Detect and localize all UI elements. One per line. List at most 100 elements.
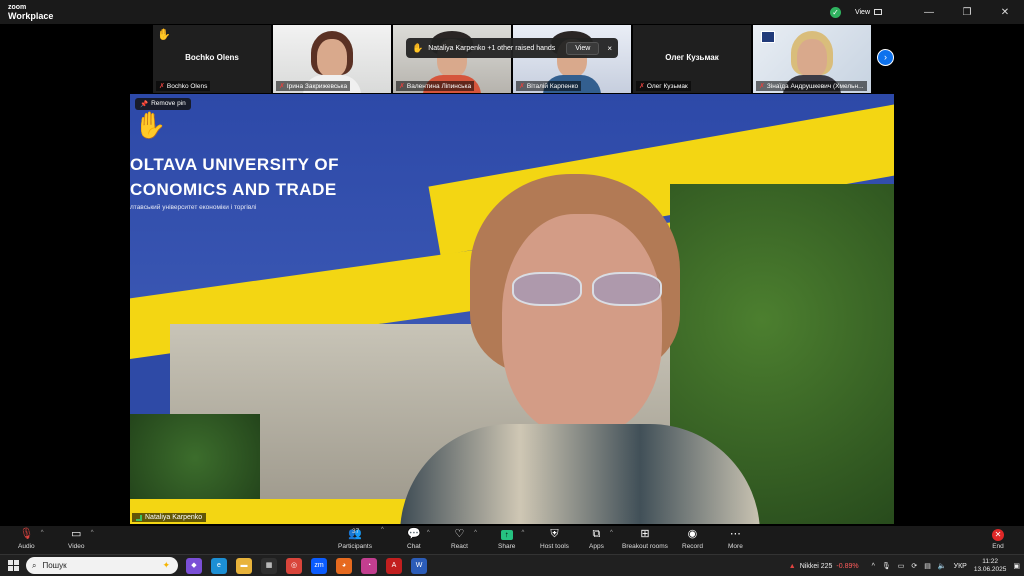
video-button[interactable]: ▭ Video ^ (68, 528, 94, 550)
tile-label: ✗ Зінаїда Андрушкевич (Хмельн... (756, 81, 867, 91)
university-title: OLTAVA UNIVERSITY OF CONOMICS AND TRADE (130, 152, 339, 202)
chat-label: Chat (407, 543, 421, 550)
participant-tile[interactable]: Олег Кузьмак ✗ Олег Кузьмак (633, 25, 751, 93)
university-title-line1: OLTAVA UNIVERSITY OF (130, 155, 339, 174)
apps-button[interactable]: ⧉ Apps ^ (589, 528, 613, 550)
breakout-rooms-label: Breakout rooms (622, 543, 668, 550)
record-button[interactable]: ◉ Record (682, 528, 703, 550)
chat-button[interactable]: 💬 Chat ^ (407, 528, 430, 550)
chevron-up-icon[interactable]: ^ (872, 563, 875, 570)
chevron-up-icon[interactable]: ^ (610, 530, 613, 536)
muted-mic-icon: ✗ (759, 83, 765, 90)
start-button-icon[interactable] (8, 560, 19, 571)
record-label: Record (682, 543, 703, 550)
grid-icon: ⊞ (640, 528, 650, 540)
store-app-icon[interactable]: ▦ (261, 558, 277, 574)
grid-icon (874, 9, 882, 15)
minimize-button[interactable]: — (910, 7, 948, 18)
zoom-app-icon[interactable]: zm (311, 558, 327, 574)
maximize-button[interactable]: ❐ (948, 7, 986, 18)
raised-hands-view-button[interactable]: View (566, 41, 600, 55)
microphone-icon[interactable]: 🎙 (882, 562, 891, 570)
volume-icon[interactable]: 🔈 (938, 562, 947, 570)
clock[interactable]: 11:22 13.06.2025 (974, 558, 1007, 574)
start-icon-part (14, 566, 19, 571)
video-label: Video (68, 543, 85, 550)
language-indicator[interactable]: УКР (954, 563, 967, 570)
clock-date: 13.06.2025 (973, 566, 1007, 573)
participants-label: Participants (338, 543, 372, 550)
stock-chart-icon: ▲ (788, 562, 796, 570)
react-button[interactable]: ♡ React ^ (451, 528, 477, 550)
windows-taskbar: ⌕ Пошук ✦ ◆ e ▬ ▦ ◎ zm ◕ ◔ A W ▲ Nikkei … (0, 554, 1024, 576)
participant-tile[interactable]: ✗ Ірина Закрижевська (273, 25, 391, 93)
close-icon[interactable]: × (607, 44, 612, 53)
muted-mic-icon: ✗ (519, 83, 525, 90)
apps-icon: ⧉ (592, 528, 601, 540)
acrobat-app-icon[interactable]: A (386, 558, 402, 574)
participants-button[interactable]: 👥 37 Participants (338, 528, 372, 550)
tile-name: Зінаїда Андрушкевич (Хмельн... (766, 82, 864, 90)
participant-tile[interactable]: ✋ Bochko Olens ✗ Bochko Olens (153, 25, 271, 93)
end-meeting-button[interactable]: ✕ End (992, 528, 1004, 550)
stock-name: Nikkei 225 (799, 562, 833, 570)
participant-tile[interactable]: ✗ Зінаїда Андрушкевич (Хмельн... (753, 25, 871, 93)
speaker-video (502, 214, 662, 434)
chevron-up-icon[interactable]: ^ (91, 530, 94, 536)
notifications-icon[interactable]: ▣ (1013, 562, 1020, 570)
view-button[interactable]: View (855, 9, 882, 16)
chevron-up-icon[interactable]: ^ (381, 526, 384, 533)
firefox-app-icon[interactable]: ◕ (336, 558, 352, 574)
close-window-button[interactable]: ✕ (986, 7, 1024, 18)
participant-tile[interactable]: ✗ Валентина Ліпинська (393, 25, 511, 93)
viber-app-icon[interactable]: ◔ (361, 558, 377, 574)
participant-filmstrip: ✋ Bochko Olens ✗ Bochko Olens ✗ Ірина Закр… (153, 25, 871, 93)
camera-icon: ▭ (71, 528, 82, 540)
chevron-up-icon[interactable]: ^ (427, 530, 430, 536)
audio-button[interactable]: 🎙 Audio ^ (18, 528, 44, 550)
chrome-app-icon[interactable]: ◎ (286, 558, 302, 574)
muted-mic-icon: ✗ (279, 83, 285, 90)
breakout-rooms-button[interactable]: ⊞ Breakout rooms (622, 528, 668, 550)
main-video[interactable]: OLTAVA UNIVERSITY OF CONOMICS AND TRADE … (130, 94, 894, 524)
sync-icon[interactable]: ⟳ (911, 562, 917, 570)
taskbar-search-input[interactable]: ⌕ Пошук ✦ (26, 557, 178, 574)
encryption-shield-icon[interactable]: ✓ (829, 6, 841, 18)
record-icon: ◉ (687, 528, 698, 540)
word-app-icon[interactable]: W (411, 558, 427, 574)
network-icon[interactable]: ▤ (924, 562, 931, 570)
participants-count: 37 (352, 528, 360, 535)
speaker-video (400, 174, 760, 524)
chevron-up-icon[interactable]: ^ (41, 530, 44, 536)
stock-change: -0.89% (836, 562, 859, 570)
logo-line2: Workplace (8, 11, 54, 21)
tile-name: Віталій Карпенко (526, 82, 579, 90)
share-button[interactable]: ↑ Share ^ (498, 528, 524, 550)
end-icon: ✕ (992, 528, 1004, 541)
pin-icon: 📌 (140, 101, 149, 108)
stock-widget[interactable]: ▲ Nikkei 225 -0.89% (789, 563, 859, 570)
muted-mic-icon: 🎙 (19, 528, 34, 540)
apps-label: Apps (589, 543, 604, 550)
file-explorer-icon[interactable]: ▬ (236, 558, 252, 574)
chevron-up-icon[interactable]: ^ (522, 530, 525, 536)
meeting-toolbar: 🎙 Audio ^ ▭ Video ^ 👥 37 Participants ^ … (0, 526, 1024, 554)
speaker-name: Nataliya Karpenko (145, 514, 203, 521)
copilot-app-icon[interactable]: ◆ (186, 558, 202, 574)
more-button[interactable]: ⋯ More (728, 528, 743, 550)
shield-icon: ⛨ (550, 528, 559, 540)
taskbar-apps: ◆ e ▬ ▦ ◎ zm ◕ ◔ A W (186, 558, 427, 574)
remove-pin-button[interactable]: 📌 Remove pin (135, 98, 191, 110)
tile-name: Bochko Olens (166, 82, 208, 90)
start-icon-part (14, 560, 19, 565)
camera-icon[interactable]: ▭ (898, 562, 905, 570)
chevron-up-icon[interactable]: ^ (474, 530, 477, 536)
edge-app-icon[interactable]: e (211, 558, 227, 574)
university-title-line2: CONOMICS AND TRADE (130, 180, 337, 199)
host-tools-button[interactable]: ⛨ Host tools (540, 528, 569, 550)
participant-tile[interactable]: ✗ Віталій Карпенко (513, 25, 631, 93)
raised-hands-text: Nataliya Karpenko +1 other raised hands (428, 44, 556, 52)
next-page-arrow-icon[interactable]: › (877, 49, 894, 66)
host-tools-label: Host tools (540, 543, 569, 550)
video-feed (317, 39, 347, 77)
